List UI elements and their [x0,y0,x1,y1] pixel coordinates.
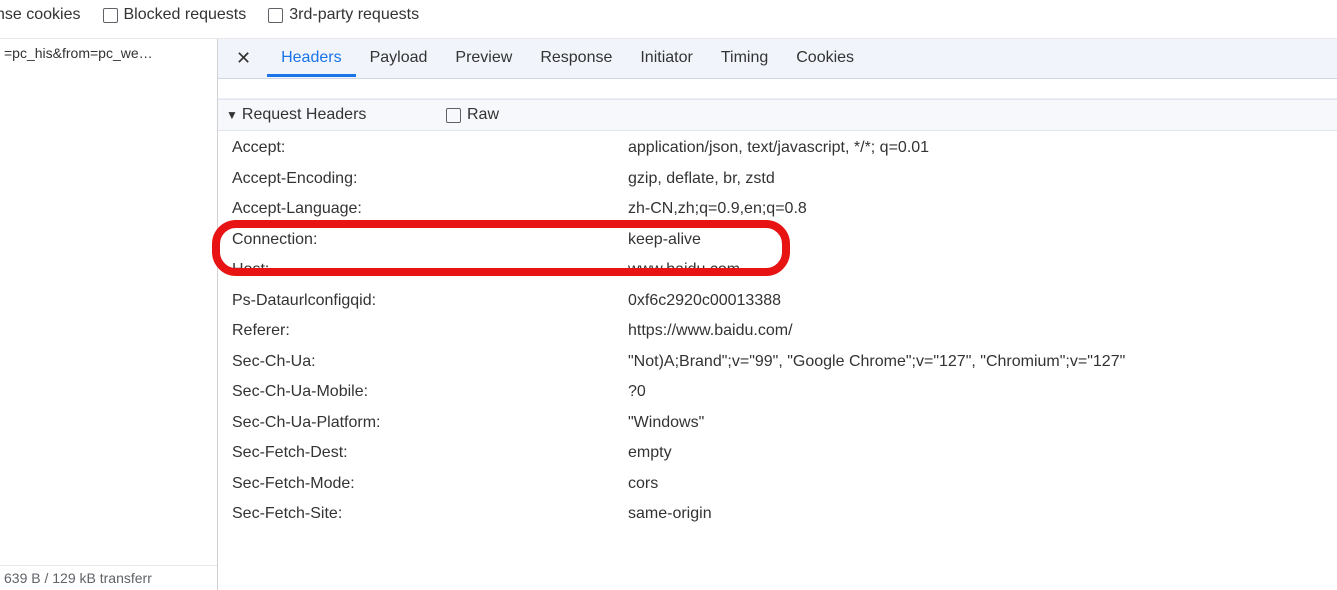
raw-label: Raw [467,106,499,124]
header-row: Sec-Ch-Ua-Platform: "Windows" [232,408,1337,439]
network-filter-bar: nse cookies Blocked requests 3rd-party r… [0,0,1337,39]
header-name: Connection: [232,225,628,256]
header-row: Sec-Fetch-Site: same-origin [232,499,1337,530]
header-value: cors [628,469,1337,500]
header-value: keep-alive [628,225,1337,256]
header-value: "Not)A;Brand";v="99", "Google Chrome";v=… [628,347,1337,378]
header-row: Accept-Encoding: gzip, deflate, br, zstd [232,164,1337,195]
triangle-down-icon: ▼ [226,108,238,122]
status-bar: 639 B / 129 kB transferr [0,565,217,590]
filter-label: Blocked requests [124,6,247,24]
tab-response[interactable]: Response [526,41,626,77]
filter-response-cookies[interactable]: nse cookies [0,6,81,24]
header-row: Accept: application/json, text/javascrip… [232,133,1337,164]
checkbox-icon[interactable] [268,8,283,23]
header-name: Accept-Encoding: [232,164,628,195]
header-value: "Windows" [628,408,1337,439]
filter-label: nse cookies [0,6,81,24]
tab-timing[interactable]: Timing [707,41,782,77]
tab-headers[interactable]: Headers [267,41,355,77]
header-value: gzip, deflate, br, zstd [628,164,1337,195]
tab-preview[interactable]: Preview [441,41,526,77]
request-headers-table: Accept: application/json, text/javascrip… [218,131,1337,530]
checkbox-icon[interactable] [103,8,118,23]
header-name: Sec-Ch-Ua-Mobile: [232,377,628,408]
header-row: Sec-Fetch-Dest: empty [232,438,1337,469]
request-details-panel: ✕ Headers Payload Preview Response Initi… [218,39,1337,590]
header-row: Sec-Fetch-Mode: cors [232,469,1337,500]
checkbox-icon[interactable] [446,108,461,123]
header-name: Sec-Fetch-Mode: [232,469,628,500]
header-name: Sec-Fetch-Dest: [232,438,628,469]
header-value: zh-CN,zh;q=0.9,en;q=0.8 [628,194,1337,225]
header-row: Accept-Language: zh-CN,zh;q=0.9,en;q=0.8 [232,194,1337,225]
tab-payload[interactable]: Payload [356,41,442,77]
request-list-item[interactable]: =pc_his&from=pc_we… [0,39,217,67]
header-value: www.baidu.com [628,255,1337,286]
tab-initiator[interactable]: Initiator [626,41,706,77]
header-value: 0xf6c2920c00013388 [628,286,1337,317]
filter-third-party[interactable]: 3rd-party requests [268,6,419,24]
header-name: Accept: [232,133,628,164]
requests-list-panel: =pc_his&from=pc_we… 639 B / 129 kB trans… [0,39,218,590]
filter-blocked-requests[interactable]: Blocked requests [103,6,247,24]
filter-label: 3rd-party requests [289,6,419,24]
header-name: Referer: [232,316,628,347]
header-row: Connection: keep-alive [232,225,1337,256]
raw-toggle[interactable]: Raw [446,106,499,124]
close-icon[interactable]: ✕ [226,42,261,75]
header-value: https://www.baidu.com/ [628,316,1337,347]
header-row: Ps-Dataurlconfigqid: 0xf6c2920c00013388 [232,286,1337,317]
header-value: same-origin [628,499,1337,530]
header-row: Sec-Ch-Ua: "Not)A;Brand";v="99", "Google… [232,347,1337,378]
header-name: Sec-Fetch-Site: [232,499,628,530]
request-headers-section[interactable]: ▼ Request Headers Raw [218,99,1337,131]
header-name: Sec-Ch-Ua: [232,347,628,378]
header-value: empty [628,438,1337,469]
header-name: Sec-Ch-Ua-Platform: [232,408,628,439]
header-row: Sec-Ch-Ua-Mobile: ?0 [232,377,1337,408]
header-name: Accept-Language: [232,194,628,225]
prev-header-row [218,79,1337,99]
header-name [232,79,628,98]
header-name: Ps-Dataurlconfigqid: [232,286,628,317]
header-value: application/json, text/javascript, */*; … [628,133,1337,164]
header-row: Host: www.baidu.com [232,255,1337,286]
details-tabs: ✕ Headers Payload Preview Response Initi… [218,39,1337,79]
tab-cookies[interactable]: Cookies [782,41,868,77]
header-row: Referer: https://www.baidu.com/ [232,316,1337,347]
section-title: Request Headers [242,106,367,124]
header-name: Host: [232,255,628,286]
header-value: ?0 [628,377,1337,408]
